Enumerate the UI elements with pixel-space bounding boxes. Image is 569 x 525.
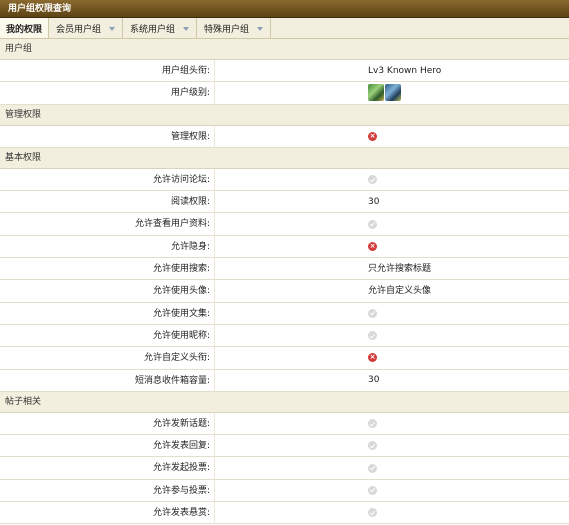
- row-label: 允许使用昵称:: [0, 324, 215, 347]
- row-value: [215, 303, 569, 324]
- row-value: [215, 413, 569, 434]
- allowed-icon: [368, 485, 377, 495]
- tab-label: 系统用户组: [130, 24, 176, 35]
- permission-table: 用户组 用户组头衔: Lv3 Known Hero 用户级别: 管理权限 管理权…: [0, 39, 569, 525]
- table-row: 阅读权限: 30: [0, 191, 569, 214]
- tab-label: 会员用户组: [56, 24, 102, 35]
- row-value: ×: [215, 126, 569, 147]
- row-value: [215, 480, 569, 501]
- row-value: [215, 169, 569, 190]
- row-label: 允许发起投票:: [0, 457, 215, 479]
- row-label: 允许发新话题:: [0, 412, 215, 435]
- table-row: 允许发新话题:: [0, 412, 569, 436]
- table-row: 允许查看用户资料:: [0, 213, 569, 236]
- table-row: 允许访问论坛:: [0, 168, 569, 192]
- allowed-icon: [368, 331, 377, 341]
- allowed-icon: [368, 308, 377, 318]
- chevron-down-icon[interactable]: [257, 26, 264, 31]
- table-row: 允许使用昵称:: [0, 324, 569, 348]
- row-value: [215, 502, 569, 523]
- tab-special-groups[interactable]: 特殊用户组: [197, 18, 272, 38]
- rank-stars-icon: [368, 84, 401, 102]
- row-label: 允许发表悬赏:: [0, 502, 215, 524]
- table-row: 允许参与投票:: [0, 479, 569, 503]
- tab-my-permissions[interactable]: 我的权限: [0, 18, 50, 38]
- row-value: ×: [215, 236, 569, 257]
- section-header-basic: 基本权限: [0, 147, 569, 169]
- tab-bar: 我的权限 会员用户组 系统用户组 特殊用户组: [0, 18, 569, 39]
- allowed-icon: [368, 441, 377, 451]
- table-row: 允许使用头像: 允许自定义头像: [0, 280, 569, 303]
- window-title: 用户组权限查询: [0, 0, 569, 18]
- row-label: 允许自定义头衔:: [0, 347, 215, 369]
- row-value: 30: [368, 196, 380, 207]
- row-value: [215, 82, 569, 103]
- denied-icon: ×: [368, 241, 377, 251]
- table-row: 允许自定义头衔: ×: [0, 347, 569, 370]
- row-label: 允许发表回复:: [0, 435, 215, 457]
- table-row: 用户级别:: [0, 82, 569, 105]
- row-label: 允许使用头像:: [0, 280, 215, 302]
- row-label: 允许使用搜索:: [0, 258, 215, 280]
- row-label: 允许查看用户资料:: [0, 213, 215, 235]
- row-label: 允许使用文集:: [0, 302, 215, 324]
- table-row: 短消息收件箱容量: 30: [0, 369, 569, 392]
- row-label: 短消息收件箱容量:: [0, 369, 215, 391]
- table-row: 允许隐身: ×: [0, 235, 569, 259]
- section-header-posts: 帖子相关: [0, 391, 569, 413]
- row-label: 允许访问论坛:: [0, 168, 215, 191]
- row-label: 阅读权限:: [0, 191, 215, 213]
- allowed-icon: [368, 508, 377, 518]
- table-row: 用户组头衔: Lv3 Known Hero: [0, 60, 569, 83]
- tab-system-groups[interactable]: 系统用户组: [123, 18, 198, 38]
- denied-icon: ×: [368, 353, 377, 363]
- row-value: 只允许搜索标题: [368, 263, 432, 274]
- row-value: [215, 435, 569, 456]
- table-row: 允许发表回复:: [0, 435, 569, 458]
- row-value: 允许自定义头像: [368, 286, 432, 297]
- tab-member-groups[interactable]: 会员用户组: [49, 18, 124, 38]
- table-row: 管理权限: ×: [0, 125, 569, 148]
- allowed-icon: [368, 419, 377, 428]
- row-value: 30: [368, 375, 380, 386]
- table-row: 允许发起投票:: [0, 457, 569, 480]
- row-value: [215, 457, 569, 478]
- chevron-down-icon[interactable]: [183, 26, 190, 31]
- denied-icon: ×: [368, 131, 377, 141]
- table-row: 允许使用文集:: [0, 302, 569, 325]
- row-value: Lv3 Known Hero: [368, 65, 442, 76]
- row-value: [215, 213, 569, 234]
- tab-label: 我的权限: [6, 24, 43, 35]
- allowed-icon: [368, 175, 377, 185]
- chevron-down-icon[interactable]: [109, 26, 116, 31]
- table-row: 允许发表悬赏:: [0, 502, 569, 525]
- row-label: 允许参与投票:: [0, 479, 215, 502]
- allowed-icon: [368, 219, 377, 229]
- allowed-icon: [368, 463, 377, 473]
- row-value: [215, 325, 569, 346]
- table-row: 允许使用搜索: 只允许搜索标题: [0, 258, 569, 281]
- row-value: ×: [215, 347, 569, 368]
- row-label: 用户组头衔:: [0, 60, 215, 82]
- tab-label: 特殊用户组: [204, 24, 250, 35]
- section-header-usergroup: 用户组: [0, 39, 569, 60]
- row-label: 管理权限:: [0, 125, 215, 147]
- row-label: 用户级别:: [0, 82, 215, 104]
- row-label: 允许隐身:: [0, 235, 215, 258]
- section-header-admin: 管理权限: [0, 104, 569, 126]
